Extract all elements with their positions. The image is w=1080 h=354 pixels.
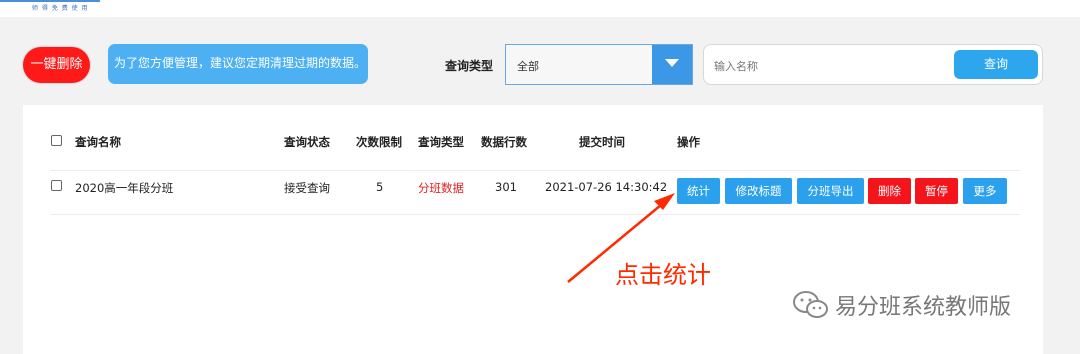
annotation-text: 点击统计 [615, 261, 711, 289]
wechat-icon [793, 291, 828, 318]
watermark-text: 易分班系统教师版 [835, 295, 1012, 320]
